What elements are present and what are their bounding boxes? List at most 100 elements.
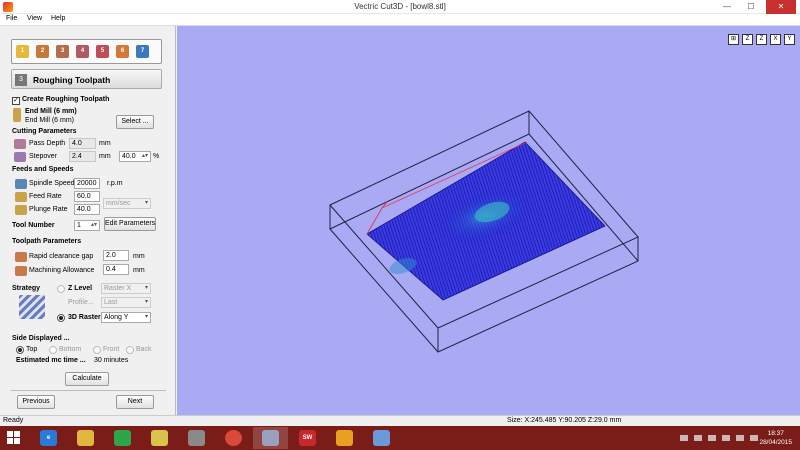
stepover-icon: [14, 152, 26, 162]
spindle-label: Spindle Speed: [29, 180, 75, 187]
status-text: Ready: [3, 417, 24, 424]
stepover-percent-value: 40.0: [122, 153, 136, 160]
clearance-field[interactable]: 2.0: [103, 250, 129, 261]
app-icon[interactable]: [327, 427, 362, 449]
battery-icon[interactable]: [708, 435, 716, 441]
step-3-icon[interactable]: 3: [56, 45, 69, 58]
solidworks-icon[interactable]: SW: [290, 427, 325, 449]
step-6-icon[interactable]: 6: [116, 45, 129, 58]
flag-icon[interactable]: [694, 435, 702, 441]
section-title: Roughing Toolpath: [33, 75, 111, 85]
allowance-field[interactable]: 0.4: [103, 264, 129, 275]
z-level-value: Raster X: [104, 285, 132, 292]
minimize-button[interactable]: —: [716, 0, 738, 14]
clearance-icon: [15, 252, 27, 262]
menu-view[interactable]: View: [27, 15, 42, 22]
model-render: [329, 110, 639, 353]
store-icon[interactable]: [105, 427, 140, 449]
feed-rate-label: Feed Rate: [29, 193, 62, 200]
allowance-label: Machining Allowance: [29, 267, 95, 274]
section-header: 3 Roughing Toolpath: [11, 69, 162, 89]
z-level-select: Raster X ▾: [101, 283, 151, 294]
spinner-arrows-icon[interactable]: ▴▾: [91, 221, 97, 228]
system-tray: 18:37 28/04/2015: [630, 426, 800, 450]
side-heading: Side Displayed ...: [12, 335, 70, 342]
chevron-down-icon: ▾: [144, 285, 148, 291]
roughing-panel: 1 2 3 4 5 6 7 3 Roughing Toolpath ✓ Crea…: [0, 26, 176, 415]
app-icon[interactable]: [179, 427, 214, 449]
z-level-radio[interactable]: [57, 285, 65, 293]
app-icon[interactable]: [142, 427, 177, 449]
previous-button[interactable]: Previous: [17, 395, 55, 409]
plunge-rate-icon: [15, 205, 27, 215]
feed-rate-icon: [15, 192, 27, 202]
stepover-percent-spinner[interactable]: 40.0 ▴▾: [119, 151, 151, 162]
raster-3d-label: 3D Raster: [68, 314, 101, 321]
maximize-button[interactable]: ☐: [740, 0, 762, 14]
chrome-icon[interactable]: [216, 427, 251, 449]
raster-3d-radio[interactable]: [57, 314, 65, 322]
title-bar: Vectric Cut3D - [bowl8.stl] — ☐ ✕: [0, 0, 800, 14]
allowance-icon: [15, 266, 27, 276]
step-5-icon[interactable]: 5: [96, 45, 109, 58]
raster-direction-value: Along Y: [104, 314, 129, 321]
network-icon[interactable]: [722, 435, 730, 441]
clearance-unit: mm: [133, 253, 145, 260]
calculate-button[interactable]: Calculate: [65, 372, 109, 386]
chevron-down-icon[interactable]: ▾: [145, 313, 148, 320]
next-button[interactable]: Next: [116, 395, 154, 409]
close-button[interactable]: ✕: [766, 0, 796, 14]
feed-rate-field[interactable]: 60.0: [74, 191, 100, 202]
stepover-unit: mm: [99, 153, 111, 160]
create-roughing-checkbox[interactable]: ✓: [12, 97, 20, 105]
volume-icon[interactable]: [736, 435, 744, 441]
clock-date: 28/04/2015: [759, 439, 792, 446]
side-bottom-label: Bottom: [59, 346, 82, 353]
profile-select: Last ▾: [101, 297, 151, 308]
plunge-rate-field[interactable]: 40.0: [74, 204, 100, 215]
step-2-icon[interactable]: 2: [36, 45, 49, 58]
rate-unit-value: mm/sec: [106, 200, 131, 207]
keyboard-icon[interactable]: [750, 435, 758, 441]
select-tool-button[interactable]: Select ...: [116, 115, 154, 129]
rate-unit-select: mm/sec ▾: [103, 198, 151, 209]
profile-label: Profile...: [68, 299, 94, 306]
file-explorer-icon[interactable]: [68, 427, 103, 449]
tray-arrow-icon[interactable]: [680, 435, 688, 441]
stepover-field[interactable]: 2.4: [69, 151, 96, 162]
side-front-radio[interactable]: [93, 346, 101, 354]
edit-parameters-button[interactable]: Edit Parameters: [104, 217, 156, 231]
step-7-save-icon[interactable]: 7: [136, 45, 149, 58]
side-bottom-radio[interactable]: [49, 346, 57, 354]
section-number: 3: [15, 74, 27, 86]
3d-viewport[interactable]: ⊞ Z Z X Y: [177, 26, 800, 415]
model-size: Size: X:245.485 Y:90.205 Z:29.0 mm: [507, 417, 622, 424]
clock[interactable]: 18:37 28/04/2015: [759, 429, 792, 447]
tool-number-value: 1: [77, 222, 81, 229]
tool-number-label: Tool Number: [12, 222, 55, 229]
strategy-heading: Strategy: [12, 285, 41, 292]
side-front-label: Front: [103, 346, 120, 353]
estimate-label: Estimated mc time ...: [16, 357, 86, 364]
paint-icon[interactable]: [364, 427, 399, 449]
tool-number-spinner[interactable]: 1 ▴▾: [74, 220, 100, 231]
raster-direction-select[interactable]: Along Y ▾: [101, 312, 151, 323]
cutting-heading: Cutting Parameters: [12, 128, 77, 135]
spindle-field[interactable]: 20000: [74, 178, 100, 189]
start-button[interactable]: [7, 431, 21, 445]
spinner-arrows-icon[interactable]: ▴▾: [142, 152, 148, 159]
feeds-heading: Feeds and Speeds: [12, 166, 74, 173]
divider: [11, 390, 166, 391]
internet-explorer-icon[interactable]: e: [31, 427, 66, 449]
step-4-icon[interactable]: 4: [76, 45, 89, 58]
menu-help[interactable]: Help: [51, 15, 65, 22]
menu-file[interactable]: File: [6, 15, 17, 22]
clock-time: 18:37: [767, 430, 784, 437]
pass-depth-field[interactable]: 4.0: [69, 138, 96, 149]
cut3d-taskbar-icon[interactable]: [253, 427, 288, 449]
taskbar: e SW 18:37 28/04/2015: [0, 426, 800, 450]
side-top-radio[interactable]: [16, 346, 24, 354]
status-bar: Ready Size: X:245.485 Y:90.205 Z:29.0 mm: [0, 415, 800, 426]
side-back-radio[interactable]: [126, 346, 134, 354]
step-1-icon[interactable]: 1: [16, 45, 29, 58]
